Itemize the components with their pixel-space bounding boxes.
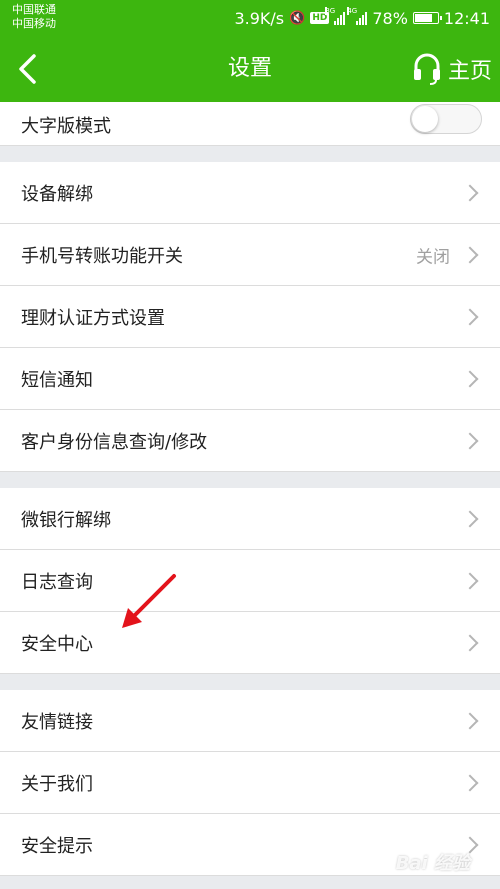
home-button[interactable]: 主页 (412, 50, 492, 88)
signal-3g-tag: 3G (325, 7, 336, 15)
row-label: 友情链接 (21, 711, 93, 733)
signal-4g-tag: 4G (347, 7, 358, 15)
row-label: 微银行解绑 (21, 509, 111, 531)
chevron-left-icon (19, 54, 36, 84)
row-label: 客户身份信息查询/修改 (21, 431, 208, 453)
chevron-right-icon (461, 774, 479, 791)
battery-percent: 78% (372, 8, 408, 28)
setting-customer-identity[interactable]: 客户身份信息查询/修改 (0, 410, 500, 472)
carrier-1: 中国联通 (12, 3, 56, 16)
settings-list: 大字版模式 设备解绑 手机号转账功能开关 关闭 理财认证方式设置 短信通知 客户… (0, 102, 500, 876)
setting-about-us[interactable]: 关于我们 (0, 752, 500, 814)
setting-security-center[interactable]: 安全中心 (0, 612, 500, 674)
chevron-right-icon (461, 634, 479, 651)
row-label: 设备解绑 (21, 183, 93, 205)
setting-large-font-mode: 大字版模式 (0, 102, 500, 146)
row-label: 关于我们 (21, 773, 93, 795)
chevron-right-icon (461, 308, 479, 325)
mute-icon: 🔇 (289, 10, 306, 26)
status-bar: 中国联通 中国移动 3.9K/s 🔇 HD 3G 4G 78% 12:41 (0, 0, 500, 36)
clock: 12:41 (443, 8, 490, 28)
chevron-right-icon (461, 432, 479, 449)
chevron-right-icon (461, 510, 479, 527)
row-label: 安全提示 (21, 835, 93, 857)
setting-sms-notification[interactable]: 短信通知 (0, 348, 500, 410)
chevron-right-icon (461, 184, 479, 201)
signal-3g-icon: 3G (325, 7, 346, 25)
row-label: 理财认证方式设置 (21, 307, 165, 329)
home-label: 主页 (447, 59, 492, 84)
setting-phone-transfer-switch[interactable]: 手机号转账功能开关 关闭 (0, 224, 500, 286)
watermark: Bai 经验 (395, 853, 470, 874)
battery-icon (412, 12, 442, 24)
status-indicators: 3.9K/s 🔇 HD 3G 4G 78% 12:41 (234, 6, 490, 30)
row-label: 手机号转账功能开关 (21, 245, 183, 267)
chevron-right-icon (461, 246, 479, 263)
large-font-toggle[interactable] (410, 104, 482, 134)
carrier-2: 中国移动 (12, 17, 56, 30)
group-divider (0, 146, 500, 162)
setting-friendly-links[interactable]: 友情链接 (0, 690, 500, 752)
back-button[interactable] (10, 48, 50, 90)
toggle-knob (412, 106, 438, 132)
setting-log-query[interactable]: 日志查询 (0, 550, 500, 612)
setting-device-unbind[interactable]: 设备解绑 (0, 162, 500, 224)
headset-icon (413, 53, 440, 85)
row-label: 安全中心 (21, 633, 93, 655)
nav-bar: 设置 主页 (0, 36, 500, 102)
setting-finance-auth[interactable]: 理财认证方式设置 (0, 286, 500, 348)
group-divider (0, 472, 500, 488)
chevron-right-icon (461, 370, 479, 387)
signal-4g-icon: 4G (347, 7, 368, 25)
row-label: 大字版模式 (21, 116, 111, 137)
setting-wechat-bank-unbind[interactable]: 微银行解绑 (0, 488, 500, 550)
chevron-right-icon (461, 572, 479, 589)
network-speed: 3.9K/s (234, 8, 285, 28)
chevron-right-icon (461, 712, 479, 729)
row-label: 日志查询 (21, 571, 93, 593)
row-value: 关闭 (416, 247, 450, 267)
row-label: 短信通知 (21, 369, 93, 391)
group-divider (0, 674, 500, 690)
